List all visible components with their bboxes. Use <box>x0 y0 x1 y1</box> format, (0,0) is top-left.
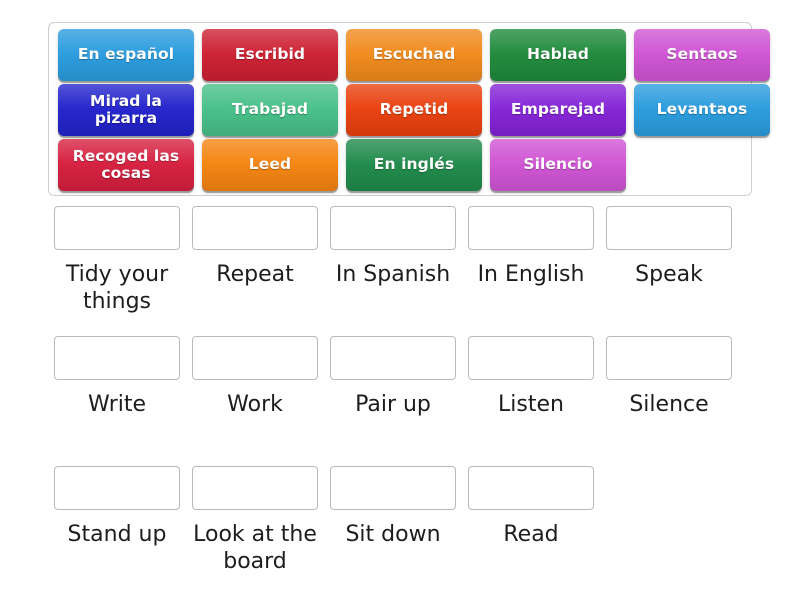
answer-cell: Repeat <box>186 206 324 336</box>
answer-label: Repeat <box>216 262 294 287</box>
tile-trabajad[interactable]: Trabajad <box>202 84 338 136</box>
answer-label: Speak <box>635 262 703 287</box>
tile-row: Recoged las cosas Leed En inglés Silencio <box>54 139 746 193</box>
answer-label: In Spanish <box>335 262 451 287</box>
answer-label: Write <box>87 392 147 417</box>
answer-cell: Pair up <box>324 336 462 466</box>
drop-write[interactable] <box>54 336 180 380</box>
tile-en-ingles[interactable]: En inglés <box>346 139 482 191</box>
answer-label: Work <box>227 392 283 417</box>
answer-cell: Work <box>186 336 324 466</box>
drop-in-spanish[interactable] <box>330 206 456 250</box>
answer-label: Tidy your things <box>65 262 169 314</box>
tile-en-espanol[interactable]: En español <box>58 29 194 81</box>
tile-recoged-las-cosas[interactable]: Recoged las cosas <box>58 139 194 191</box>
tile-slot-empty <box>634 139 770 191</box>
answer-cell: Speak <box>600 206 738 336</box>
tile-row: En español Escribid Escuchad Hablad Sentaos <box>54 29 770 83</box>
tile-emparejad[interactable]: Emparejad <box>490 84 626 136</box>
answer-cell: Listen <box>462 336 600 466</box>
tile-escuchad[interactable]: Escuchad <box>346 29 482 81</box>
drop-work[interactable] <box>192 336 318 380</box>
tile-mirad-la-pizarra[interactable]: Mirad la pizarra <box>58 84 194 136</box>
answer-label: In English <box>477 262 585 287</box>
answer-cell: Tidy your things <box>48 206 186 336</box>
answer-label: Look at the board <box>193 522 317 574</box>
answer-cell: Sit down <box>324 466 462 596</box>
tile-hablad[interactable]: Hablad <box>490 29 626 81</box>
answer-label: Pair up <box>355 392 431 417</box>
activity-root: En español Escribid Escuchad Hablad Sentaos M… <box>0 0 800 600</box>
drop-speak[interactable] <box>606 206 732 250</box>
answer-row: Tidy your things Repeat In Spanish In Engli… <box>48 206 752 336</box>
answer-label: Stand up <box>67 522 167 547</box>
drop-repeat[interactable] <box>192 206 318 250</box>
tile-row: Mirad la pizarra Trabajad Repetid Emparejad… <box>54 84 770 138</box>
drop-pair-up[interactable] <box>330 336 456 380</box>
drop-tidy-your-things[interactable] <box>54 206 180 250</box>
tile-levantaos[interactable]: Levantaos <box>634 84 770 136</box>
tile-escribid[interactable]: Escribid <box>202 29 338 81</box>
answer-label: Silence <box>629 392 709 417</box>
drop-read[interactable] <box>468 466 594 510</box>
answer-row: Write Work Pair up Listen Silence <box>48 336 752 466</box>
answer-cell: Write <box>48 336 186 466</box>
answer-cell: Look at the board <box>186 466 324 596</box>
answer-cell: Stand up <box>48 466 186 596</box>
answer-grid: Tidy your things Repeat In Spanish In Engli… <box>48 206 752 596</box>
drop-stand-up[interactable] <box>54 466 180 510</box>
tile-silencio[interactable]: Silencio <box>490 139 626 191</box>
drop-silence[interactable] <box>606 336 732 380</box>
answer-label: Listen <box>498 392 564 417</box>
tile-leed[interactable]: Leed <box>202 139 338 191</box>
answer-label: Read <box>503 522 559 547</box>
answer-label: Sit down <box>345 522 441 547</box>
drop-in-english[interactable] <box>468 206 594 250</box>
drop-look-at-the-board[interactable] <box>192 466 318 510</box>
tile-repetid[interactable]: Repetid <box>346 84 482 136</box>
drop-listen[interactable] <box>468 336 594 380</box>
answer-cell: In English <box>462 206 600 336</box>
tile-bank-container: En español Escribid Escuchad Hablad Sentaos M… <box>48 22 770 196</box>
drop-sit-down[interactable] <box>330 466 456 510</box>
answer-cell: Read <box>462 466 600 596</box>
answer-cell: Silence <box>600 336 738 466</box>
answer-cell: In Spanish <box>324 206 462 336</box>
tile-sentaos[interactable]: Sentaos <box>634 29 770 81</box>
answer-row: Stand up Look at the board Sit down Read <box>48 466 752 596</box>
